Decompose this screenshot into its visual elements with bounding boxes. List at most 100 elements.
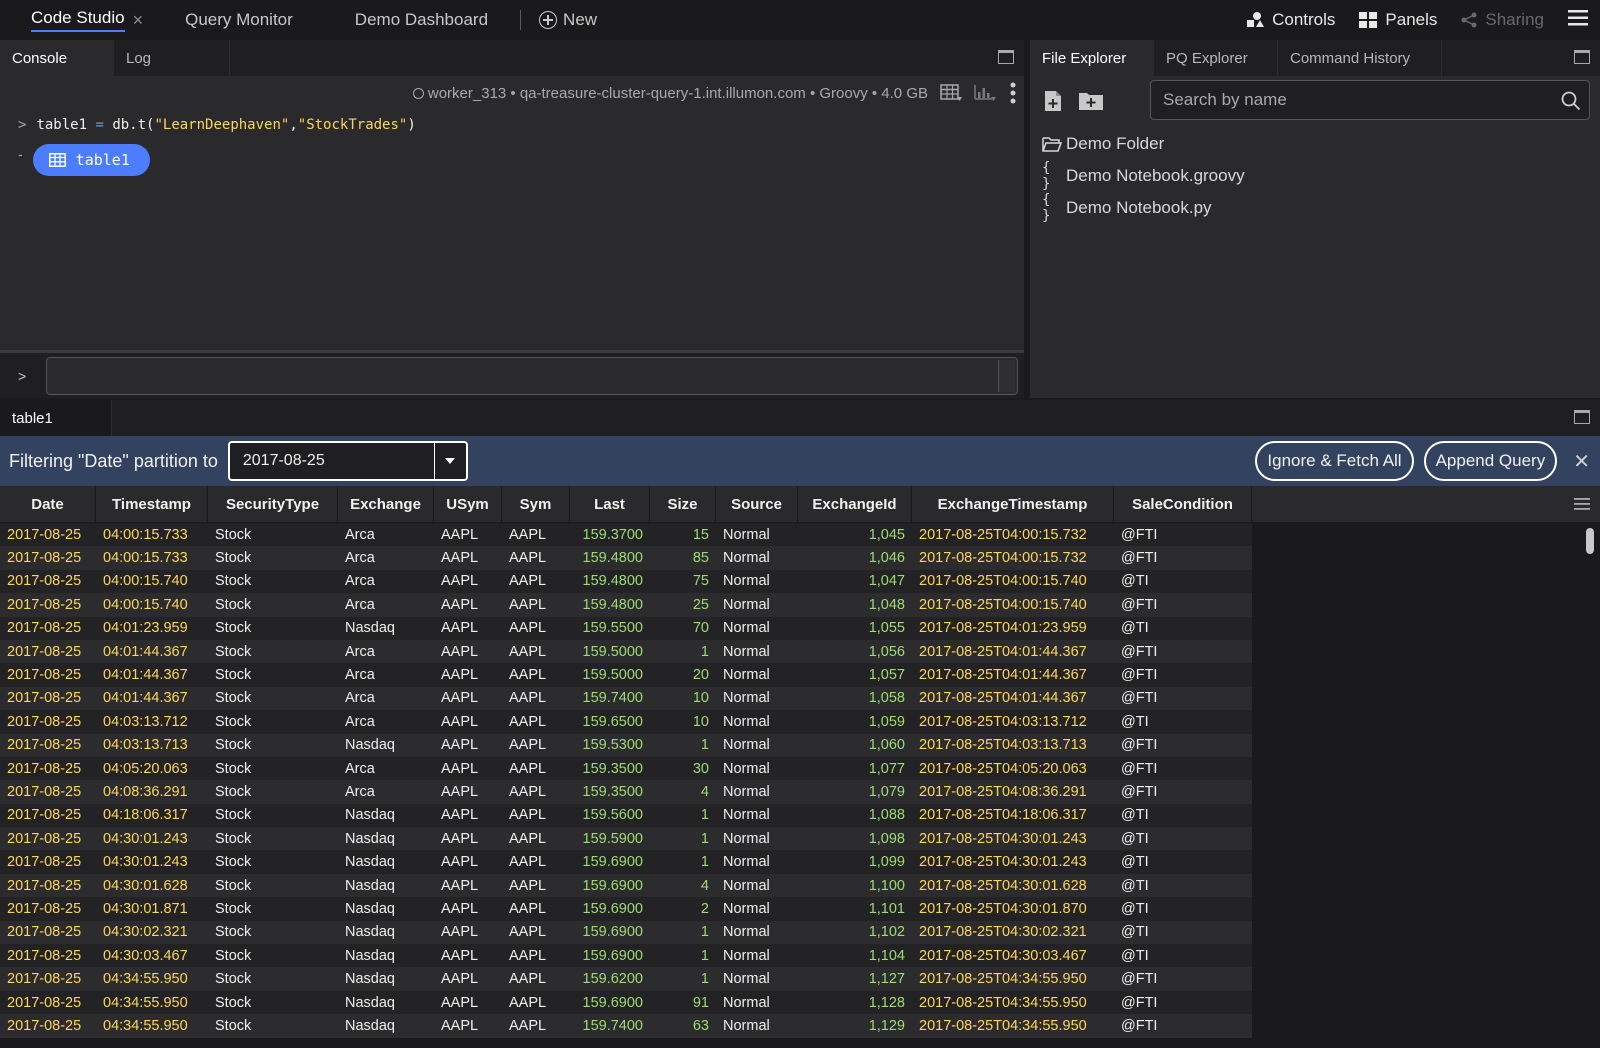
cell-usym[interactable]: AAPL — [434, 593, 502, 616]
app-menu-button[interactable] — [1568, 9, 1588, 32]
cell-size[interactable]: 63 — [650, 1014, 716, 1037]
column-header-sale-condition[interactable]: SaleCondition — [1114, 486, 1252, 522]
cell-date[interactable]: 2017-08-25 — [0, 874, 96, 897]
cell-sym[interactable]: AAPL — [502, 546, 570, 569]
column-header-security-type[interactable]: SecurityType — [208, 486, 338, 522]
cell-sym[interactable]: AAPL — [502, 921, 570, 944]
cell-security-type[interactable]: Stock — [208, 780, 338, 803]
cell-exchange-id[interactable]: 1,057 — [798, 663, 912, 686]
new-folder-button[interactable] — [1078, 91, 1104, 111]
cell-source[interactable]: Normal — [716, 523, 798, 546]
cell-exchange[interactable]: Nasdaq — [338, 804, 434, 827]
cell-size[interactable]: 1 — [650, 967, 716, 990]
column-header-exchange-id[interactable]: ExchangeId — [798, 486, 912, 522]
cell-usym[interactable]: AAPL — [434, 874, 502, 897]
column-header-sym[interactable]: Sym — [502, 486, 570, 522]
cell-sym[interactable]: AAPL — [502, 617, 570, 640]
cell-exchange-id[interactable]: 1,058 — [798, 687, 912, 710]
cell-exchange-timestamp[interactable]: 2017-08-25T04:30:01.628 — [912, 874, 1114, 897]
cell-usym[interactable]: AAPL — [434, 710, 502, 733]
cell-exchange-timestamp[interactable]: 2017-08-25T04:18:06.317 — [912, 804, 1114, 827]
cell-date[interactable]: 2017-08-25 — [0, 640, 96, 663]
close-icon[interactable]: × — [133, 10, 144, 31]
close-icon[interactable]: ✕ — [1573, 449, 1590, 474]
panels-button[interactable]: Panels — [1359, 10, 1437, 30]
cell-exchange-id[interactable]: 1,056 — [798, 640, 912, 663]
cell-exchange-id[interactable]: 1,060 — [798, 734, 912, 757]
cell-last[interactable]: 159.3500 — [570, 780, 650, 803]
cell-exchange-timestamp[interactable]: 2017-08-25T04:01:23.959 — [912, 617, 1114, 640]
column-header-source[interactable]: Source — [716, 486, 798, 522]
cell-exchange-id[interactable]: 1,098 — [798, 827, 912, 850]
cell-exchange-timestamp[interactable]: 2017-08-25T04:01:44.367 — [912, 687, 1114, 710]
cell-sale-condition[interactable]: @FTI — [1114, 687, 1252, 710]
cell-usym[interactable]: AAPL — [434, 897, 502, 920]
cell-exchange[interactable]: Nasdaq — [338, 734, 434, 757]
column-header-size[interactable]: Size — [650, 486, 716, 522]
cell-timestamp[interactable]: 04:34:55.950 — [96, 1014, 208, 1037]
cell-sale-condition[interactable]: @TI — [1114, 897, 1252, 920]
column-header-last[interactable]: Last — [570, 486, 650, 522]
cell-sale-condition[interactable]: @FTI — [1114, 523, 1252, 546]
column-header-timestamp[interactable]: Timestamp — [96, 486, 208, 522]
cell-date[interactable]: 2017-08-25 — [0, 967, 96, 990]
cell-sale-condition[interactable]: @FTI — [1114, 640, 1252, 663]
cell-sym[interactable]: AAPL — [502, 780, 570, 803]
cell-last[interactable]: 159.6200 — [570, 967, 650, 990]
cell-size[interactable]: 1 — [650, 944, 716, 967]
cell-size[interactable]: 4 — [650, 780, 716, 803]
cell-exchange[interactable]: Nasdaq — [338, 921, 434, 944]
tab-pq-explorer[interactable]: PQ Explorer — [1154, 40, 1278, 76]
cell-security-type[interactable]: Stock — [208, 640, 338, 663]
cell-date[interactable]: 2017-08-25 — [0, 780, 96, 803]
append-query-button[interactable]: Append Query — [1423, 441, 1558, 481]
cell-source[interactable]: Normal — [716, 757, 798, 780]
cell-size[interactable]: 75 — [650, 570, 716, 593]
cell-source[interactable]: Normal — [716, 546, 798, 569]
cell-last[interactable]: 159.5300 — [570, 734, 650, 757]
cell-exchange-id[interactable]: 1,055 — [798, 617, 912, 640]
cell-timestamp[interactable]: 04:05:20.063 — [96, 757, 208, 780]
cell-last[interactable]: 159.4800 — [570, 570, 650, 593]
cell-security-type[interactable]: Stock — [208, 523, 338, 546]
cell-exchange[interactable]: Arca — [338, 640, 434, 663]
partition-select[interactable]: 2017-08-25 — [227, 441, 468, 481]
column-menu-icon[interactable] — [1574, 497, 1590, 511]
cell-sale-condition[interactable]: @TI — [1114, 804, 1252, 827]
cell-date[interactable]: 2017-08-25 — [0, 617, 96, 640]
cell-timestamp[interactable]: 04:00:15.733 — [96, 546, 208, 569]
cell-last[interactable]: 159.6900 — [570, 921, 650, 944]
cell-security-type[interactable]: Stock — [208, 757, 338, 780]
cell-timestamp[interactable]: 04:01:44.367 — [96, 663, 208, 686]
cell-last[interactable]: 159.5900 — [570, 827, 650, 850]
tab-log[interactable]: Log — [114, 40, 230, 76]
cell-exchange[interactable]: Arca — [338, 593, 434, 616]
cell-usym[interactable]: AAPL — [434, 804, 502, 827]
cell-exchange-timestamp[interactable]: 2017-08-25T04:30:01.870 — [912, 897, 1114, 920]
cell-last[interactable]: 159.5000 — [570, 640, 650, 663]
table-view-button[interactable] — [940, 84, 962, 102]
cell-source[interactable]: Normal — [716, 827, 798, 850]
cell-exchange[interactable]: Nasdaq — [338, 827, 434, 850]
cell-size[interactable]: 1 — [650, 804, 716, 827]
cell-exchange-timestamp[interactable]: 2017-08-25T04:30:01.243 — [912, 827, 1114, 850]
cell-timestamp[interactable]: 04:30:03.467 — [96, 944, 208, 967]
cell-date[interactable]: 2017-08-25 — [0, 593, 96, 616]
cell-size[interactable]: 10 — [650, 687, 716, 710]
cell-exchange-id[interactable]: 1,100 — [798, 874, 912, 897]
cell-sale-condition[interactable]: @FTI — [1114, 780, 1252, 803]
cell-size[interactable]: 1 — [650, 734, 716, 757]
cell-usym[interactable]: AAPL — [434, 523, 502, 546]
cell-date[interactable]: 2017-08-25 — [0, 804, 96, 827]
cell-security-type[interactable]: Stock — [208, 593, 338, 616]
cell-security-type[interactable]: Stock — [208, 991, 338, 1014]
nav-tab-code-studio[interactable]: Code Studio × — [31, 0, 143, 40]
cell-usym[interactable]: AAPL — [434, 734, 502, 757]
cell-timestamp[interactable]: 04:30:01.628 — [96, 874, 208, 897]
chevron-down-icon[interactable] — [433, 443, 466, 479]
cell-size[interactable]: 70 — [650, 617, 716, 640]
cell-sym[interactable]: AAPL — [502, 874, 570, 897]
cell-timestamp[interactable]: 04:18:06.317 — [96, 804, 208, 827]
cell-last[interactable]: 159.4800 — [570, 546, 650, 569]
cell-exchange-id[interactable]: 1,077 — [798, 757, 912, 780]
